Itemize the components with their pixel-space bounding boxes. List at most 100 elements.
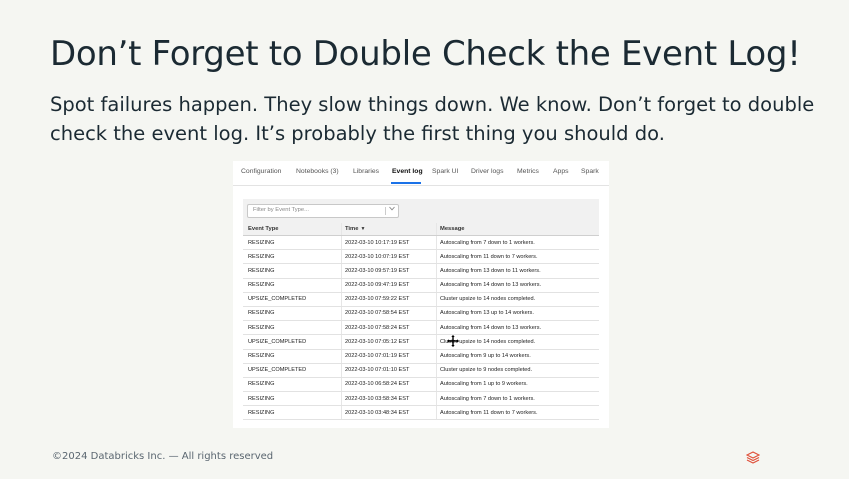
cell-message: Cluster upsize to 14 nodes completed. [440, 296, 536, 303]
filter-bar: Filter by Event Type... [243, 199, 599, 223]
cell-event-type: RESIZING [248, 282, 275, 289]
column-divider [436, 236, 437, 250]
table-row[interactable]: RESIZING 2022-03-10 09:57:19 EST Autoscali… [243, 264, 599, 279]
tab-configuration[interactable]: Configuration [241, 168, 281, 175]
cell-message: Autoscaling from 11 down to 7 workers. [440, 253, 538, 260]
table-row[interactable]: RESIZING 2022-03-10 07:01:19 EST Autoscali… [243, 349, 599, 364]
table-row[interactable]: UPSIZE_COMPLETED 2022-03-10 07:05:12 EST C… [243, 335, 599, 350]
cell-message: Autoscaling from 1 up to 9 workers. [440, 381, 528, 388]
column-divider [436, 377, 437, 392]
column-divider [341, 306, 342, 321]
column-divider [341, 236, 342, 250]
cell-message: Autoscaling from 7 down to 1 workers. [440, 395, 535, 402]
sort-descending-icon[interactable]: ▼ [360, 226, 365, 232]
table-row[interactable]: RESIZING 2022-03-10 07:58:54 EST Autoscali… [243, 306, 599, 322]
table-row[interactable]: UPSIZE_COMPLETED 2022-03-10 07:59:22 EST C… [243, 292, 599, 307]
column-divider [436, 223, 437, 235]
column-divider [436, 306, 437, 321]
cell-event-type: RESIZING [248, 253, 275, 260]
column-divider [436, 363, 437, 377]
event-log-screenshot: Configuration Notebooks (3) Libraries Ev… [233, 161, 609, 428]
slide-title: Don’t Forget to Double Check the Event L… [50, 34, 801, 74]
databricks-logo-icon [745, 450, 761, 464]
filter-placeholder: Filter by Event Type... [253, 207, 309, 213]
column-divider [436, 278, 437, 292]
cell-event-type: RESIZING [248, 239, 275, 246]
header-event-type[interactable]: Event Type [248, 226, 279, 232]
cell-event-type: RESIZING [248, 381, 275, 388]
tab-spark[interactable]: Spark [581, 168, 599, 175]
tab-metrics[interactable]: Metrics [517, 168, 539, 175]
column-divider [341, 250, 342, 264]
column-divider [436, 292, 437, 306]
tab-event-log[interactable]: Event log [392, 168, 423, 175]
column-divider [341, 292, 342, 306]
header-time[interactable]: Time ▼ [345, 226, 365, 232]
table-row[interactable]: RESIZING 2022-03-10 09:47:19 EST Autoscali… [243, 278, 599, 293]
cell-message: Autoscaling from 13 down to 11 workers. [440, 267, 541, 274]
cell-time: 2022-03-10 09:57:19 EST [345, 267, 410, 274]
footer-copyright: ©2024 Databricks Inc. — All rights reser… [52, 451, 274, 462]
table-row[interactable]: RESIZING 2022-03-10 06:58:24 EST Autoscali… [243, 377, 599, 393]
cell-event-type: RESIZING [248, 324, 275, 331]
cell-time: 2022-03-10 07:01:19 EST [345, 353, 410, 359]
cell-time: 2022-03-10 07:58:54 EST [345, 310, 410, 317]
tab-driver-logs[interactable]: Driver logs [471, 168, 503, 175]
column-divider [436, 335, 437, 349]
chevron-down-icon[interactable] [389, 206, 395, 213]
tab-apps[interactable]: Apps [553, 168, 569, 175]
column-divider [341, 321, 342, 335]
table-row[interactable]: RESIZING 2022-03-10 10:07:19 EST Autoscali… [243, 250, 599, 265]
table-row[interactable]: RESIZING 2022-03-10 03:58:34 EST Autoscali… [243, 392, 599, 407]
cell-event-type: UPSIZE_COMPLETED [248, 338, 307, 345]
table-row[interactable]: UPSIZE_COMPLETED 2022-03-10 07:01:10 EST C… [243, 363, 599, 378]
cell-event-type: RESIZING [248, 353, 275, 359]
column-divider [436, 406, 437, 420]
cell-time: 2022-03-10 06:58:24 EST [345, 381, 410, 388]
filter-divider [385, 207, 386, 215]
header-message[interactable]: Message [440, 226, 465, 232]
slide-body-text: Spot failures happen. They slow things d… [50, 93, 815, 145]
cell-event-type: UPSIZE_COMPLETED [248, 296, 307, 303]
table-header: Event Type Time ▼ Message [243, 223, 599, 236]
column-divider [341, 264, 342, 278]
cell-message: Autoscaling from 13 up to 14 workers. [440, 310, 534, 317]
cell-time: 2022-03-10 03:58:34 EST [345, 395, 410, 402]
cell-time: 2022-03-10 07:58:24 EST [345, 324, 410, 331]
table-row[interactable]: RESIZING 2022-03-10 07:58:24 EST Autoscali… [243, 321, 599, 336]
cell-message: Autoscaling from 11 down to 7 workers. [440, 409, 538, 416]
cell-message: Cluster upsize to 9 nodes completed. [440, 367, 533, 374]
cell-time: 2022-03-10 07:59:22 EST [345, 296, 410, 303]
event-log-table: Event Type Time ▼ Message RESIZING 2022-03… [243, 223, 599, 421]
column-divider [436, 321, 437, 335]
cell-time: 2022-03-10 09:47:19 EST [345, 282, 410, 289]
header-time-label: Time [345, 225, 359, 232]
tab-libraries[interactable]: Libraries [353, 168, 379, 175]
column-divider [341, 278, 342, 292]
column-divider [341, 335, 342, 349]
cell-message: Autoscaling from 14 down to 13 workers. [440, 324, 542, 331]
cell-event-type: RESIZING [248, 409, 275, 416]
cell-message: Autoscaling from 7 down to 1 workers. [440, 239, 535, 246]
table-body: RESIZING 2022-03-10 10:17:19 EST Autoscali… [243, 236, 599, 421]
column-divider [436, 250, 437, 264]
tab-spark-ui[interactable]: Spark UI [432, 168, 458, 175]
event-type-filter[interactable]: Filter by Event Type... [247, 204, 399, 218]
column-divider [341, 392, 342, 406]
tab-notebooks[interactable]: Notebooks (3) [296, 168, 339, 175]
cell-time: 2022-03-10 03:48:34 EST [345, 409, 410, 416]
table-row[interactable]: RESIZING 2022-03-10 10:17:19 EST Autoscali… [243, 236, 599, 251]
cell-event-type: RESIZING [248, 310, 275, 317]
cell-time: 2022-03-10 07:01:10 EST [345, 367, 410, 374]
column-divider [436, 349, 437, 363]
active-tab-indicator [391, 182, 421, 184]
column-divider [341, 377, 342, 392]
cell-time: 2022-03-10 10:17:19 EST [345, 239, 410, 246]
column-divider [341, 223, 342, 235]
cell-time: 2022-03-10 10:07:19 EST [345, 253, 410, 260]
table-row[interactable]: RESIZING 2022-03-10 03:48:34 EST Autoscali… [243, 406, 599, 421]
cell-event-type: RESIZING [248, 267, 275, 274]
column-divider [436, 392, 437, 406]
column-divider [341, 406, 342, 420]
cell-message: Autoscaling from 14 down to 13 workers. [440, 282, 542, 289]
